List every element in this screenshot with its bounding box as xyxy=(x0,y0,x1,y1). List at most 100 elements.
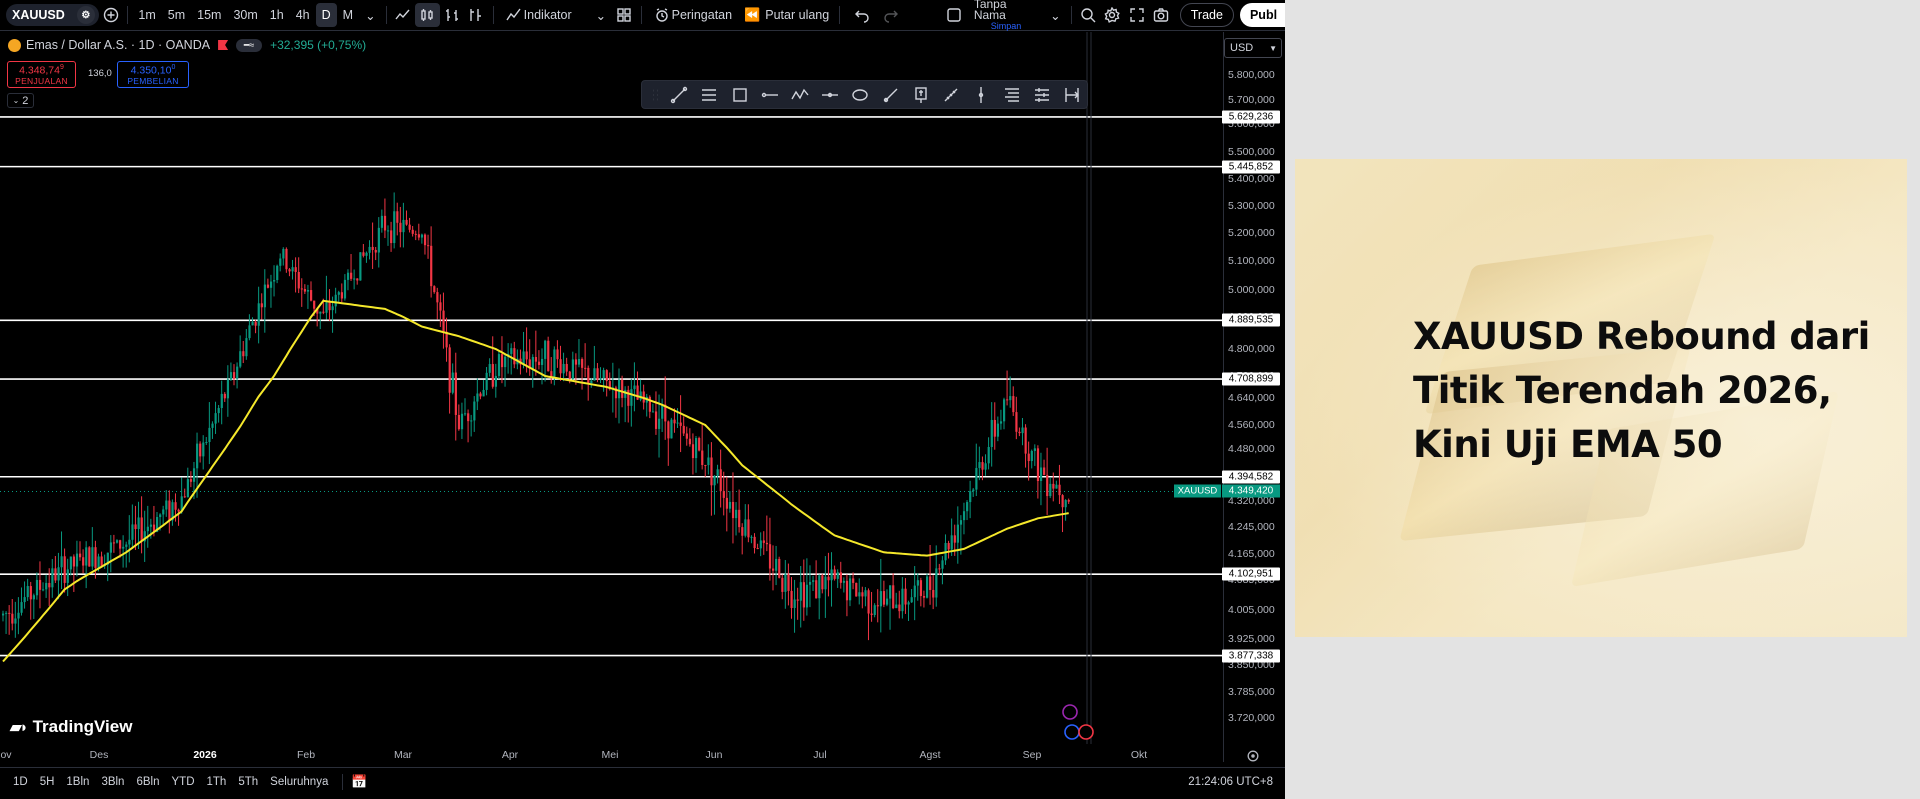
candle[interactable] xyxy=(855,582,858,597)
axis-settings-icon[interactable] xyxy=(1246,749,1260,763)
candle[interactable] xyxy=(346,269,350,291)
candle[interactable] xyxy=(399,206,402,248)
candle[interactable] xyxy=(876,589,879,623)
candle[interactable] xyxy=(670,417,673,439)
candle[interactable] xyxy=(294,257,297,293)
candle[interactable] xyxy=(35,572,39,600)
candle[interactable] xyxy=(470,414,473,437)
range-3Bln[interactable]: 3Bln xyxy=(95,776,130,788)
candle[interactable] xyxy=(405,210,408,226)
candle[interactable] xyxy=(387,225,390,246)
candle[interactable] xyxy=(57,552,60,600)
candle[interactable] xyxy=(79,541,82,561)
interval-D[interactable]: D xyxy=(315,3,337,27)
candle[interactable] xyxy=(824,556,827,618)
candle[interactable] xyxy=(839,561,842,589)
candle[interactable] xyxy=(904,578,907,614)
symbol-settings-icon[interactable]: ⚙ xyxy=(76,6,95,24)
candle[interactable] xyxy=(531,354,534,388)
candle[interactable] xyxy=(892,573,895,610)
candle[interactable] xyxy=(812,575,815,591)
candle[interactable] xyxy=(1033,444,1036,466)
candle[interactable] xyxy=(787,563,790,606)
candle[interactable] xyxy=(125,541,128,568)
candle[interactable] xyxy=(282,247,285,266)
candle[interactable] xyxy=(1055,480,1058,489)
fullscreen-icon[interactable] xyxy=(1125,3,1150,27)
candle[interactable] xyxy=(14,601,17,638)
range-1Bln[interactable]: 1Bln xyxy=(60,776,95,788)
candle[interactable] xyxy=(630,378,633,427)
candle[interactable] xyxy=(731,472,735,544)
candle[interactable] xyxy=(374,246,377,261)
parallel-channel-icon[interactable] xyxy=(694,83,724,107)
candle[interactable] xyxy=(143,510,146,562)
candle[interactable] xyxy=(775,545,778,586)
instrument-title[interactable]: Emas / Dollar A.S. · 1D · OANDA xyxy=(26,38,210,52)
candle[interactable] xyxy=(494,363,497,398)
candle[interactable] xyxy=(72,554,76,592)
candle[interactable] xyxy=(306,284,310,309)
candle[interactable] xyxy=(962,502,966,535)
interval-5m[interactable]: 5m xyxy=(162,3,191,27)
candle[interactable] xyxy=(82,549,85,574)
path-icon[interactable] xyxy=(785,83,815,107)
interval-4h[interactable]: 4h xyxy=(290,3,316,27)
candle[interactable] xyxy=(710,442,713,516)
range-6Bln[interactable]: 6Bln xyxy=(130,776,165,788)
candle[interactable] xyxy=(990,402,993,467)
candle[interactable] xyxy=(217,404,220,423)
candle[interactable] xyxy=(245,329,248,360)
candle[interactable] xyxy=(704,464,707,477)
price-chart[interactable] xyxy=(0,32,1223,744)
candle[interactable] xyxy=(285,247,288,273)
candle[interactable] xyxy=(297,257,300,294)
candle[interactable] xyxy=(66,558,69,597)
replay-button[interactable]: ⏪ Putar ulang xyxy=(738,3,835,27)
candle[interactable] xyxy=(276,264,279,284)
candle[interactable] xyxy=(288,268,291,277)
candle[interactable] xyxy=(134,505,137,551)
candle[interactable] xyxy=(701,424,704,470)
candle[interactable] xyxy=(996,416,1000,442)
candle[interactable] xyxy=(202,435,205,470)
candle[interactable] xyxy=(211,421,214,439)
interval-dropdown-icon[interactable]: ⌄ xyxy=(359,3,381,27)
candle[interactable] xyxy=(171,499,174,526)
candle[interactable] xyxy=(1046,447,1049,515)
layout-icon[interactable] xyxy=(941,3,966,27)
candle[interactable] xyxy=(485,367,488,396)
candle[interactable] xyxy=(205,437,208,445)
range-1Th[interactable]: 1Th xyxy=(201,776,233,788)
vertical-line-icon[interactable] xyxy=(966,83,996,107)
candle[interactable] xyxy=(85,541,88,589)
flag-icon[interactable] xyxy=(218,40,229,50)
candle[interactable] xyxy=(414,230,417,241)
range-5Th[interactable]: 5Th xyxy=(232,776,264,788)
candle[interactable] xyxy=(772,545,775,591)
interval-1h[interactable]: 1h xyxy=(264,3,290,27)
candle[interactable] xyxy=(901,577,904,619)
candle[interactable] xyxy=(999,409,1003,430)
candle[interactable] xyxy=(140,496,143,554)
candle[interactable] xyxy=(889,585,892,630)
candle[interactable] xyxy=(199,441,202,463)
bars-icon[interactable] xyxy=(440,3,465,27)
candle[interactable] xyxy=(350,254,353,281)
candle[interactable] xyxy=(765,515,769,552)
candle[interactable] xyxy=(60,531,63,590)
candle[interactable] xyxy=(685,426,688,446)
candle[interactable] xyxy=(713,475,716,515)
buy-button[interactable]: 4.350,100 PEMBELIAN xyxy=(117,61,189,88)
candle[interactable] xyxy=(571,351,574,382)
candle[interactable] xyxy=(879,558,882,633)
candle[interactable] xyxy=(682,416,685,437)
candle[interactable] xyxy=(916,573,919,601)
candle[interactable] xyxy=(784,560,787,609)
trend-line-icon[interactable] xyxy=(664,83,694,107)
horizontal-line-icon[interactable] xyxy=(815,83,845,107)
candle[interactable] xyxy=(454,352,457,441)
candle[interactable] xyxy=(1006,370,1009,406)
candle[interactable] xyxy=(1024,424,1027,468)
candle[interactable] xyxy=(500,336,504,384)
